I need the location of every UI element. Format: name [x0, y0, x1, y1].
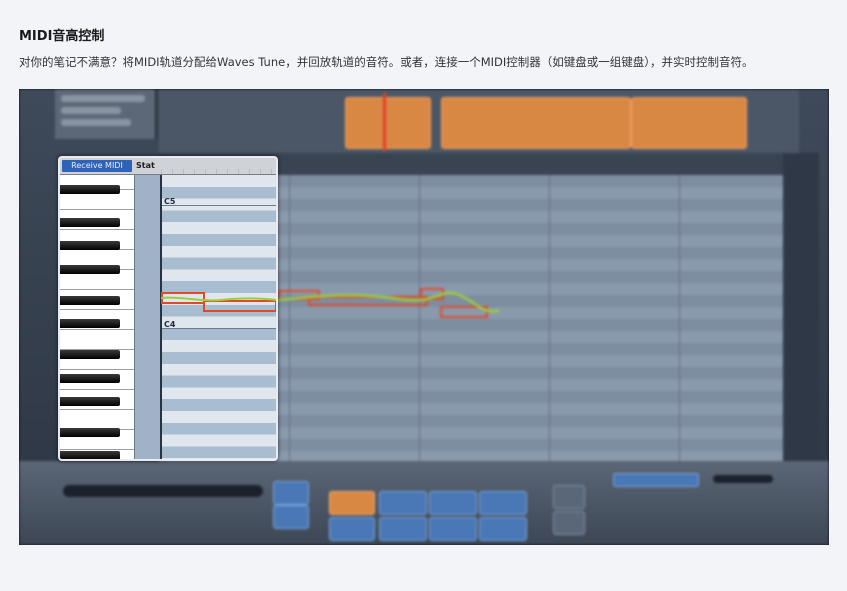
- black-key: [60, 374, 120, 383]
- stat-column: [134, 175, 162, 459]
- orange-block: [631, 97, 747, 149]
- black-key: [60, 397, 120, 406]
- right-scrollbar[interactable]: [783, 153, 819, 483]
- receive-midi-button[interactable]: Receive MIDI: [62, 160, 132, 172]
- black-key: [60, 428, 120, 437]
- stat-label: Stat: [136, 161, 155, 170]
- black-key: [60, 218, 120, 227]
- black-key: [60, 451, 120, 459]
- black-key: [60, 265, 120, 274]
- section-description: 对你的笔记不满意？将MIDI轨道分配给Waves Tune，并回放轨道的音符。或…: [19, 55, 754, 69]
- bottom-controls: [19, 461, 829, 545]
- note-label-c5: C5: [164, 197, 176, 206]
- left-panel: [55, 89, 157, 139]
- inset-header: Receive MIDI Stat: [60, 158, 276, 175]
- black-key: [60, 241, 120, 250]
- black-key: [60, 319, 120, 328]
- playhead-marker: [383, 93, 386, 151]
- inset-notes: [161, 292, 276, 312]
- piano-keyboard: [60, 175, 134, 459]
- inset-ruler: [161, 158, 276, 174]
- product-screenshot: Receive MIDI Stat C5 C4: [19, 89, 829, 545]
- black-key: [60, 296, 120, 305]
- piano-roll-inset: Receive MIDI Stat C5 C4: [58, 156, 278, 461]
- black-key: [60, 350, 120, 359]
- orange-block: [345, 97, 431, 149]
- section-title: MIDI音高控制: [19, 29, 105, 44]
- black-key: [60, 185, 120, 194]
- orange-block: [441, 97, 631, 149]
